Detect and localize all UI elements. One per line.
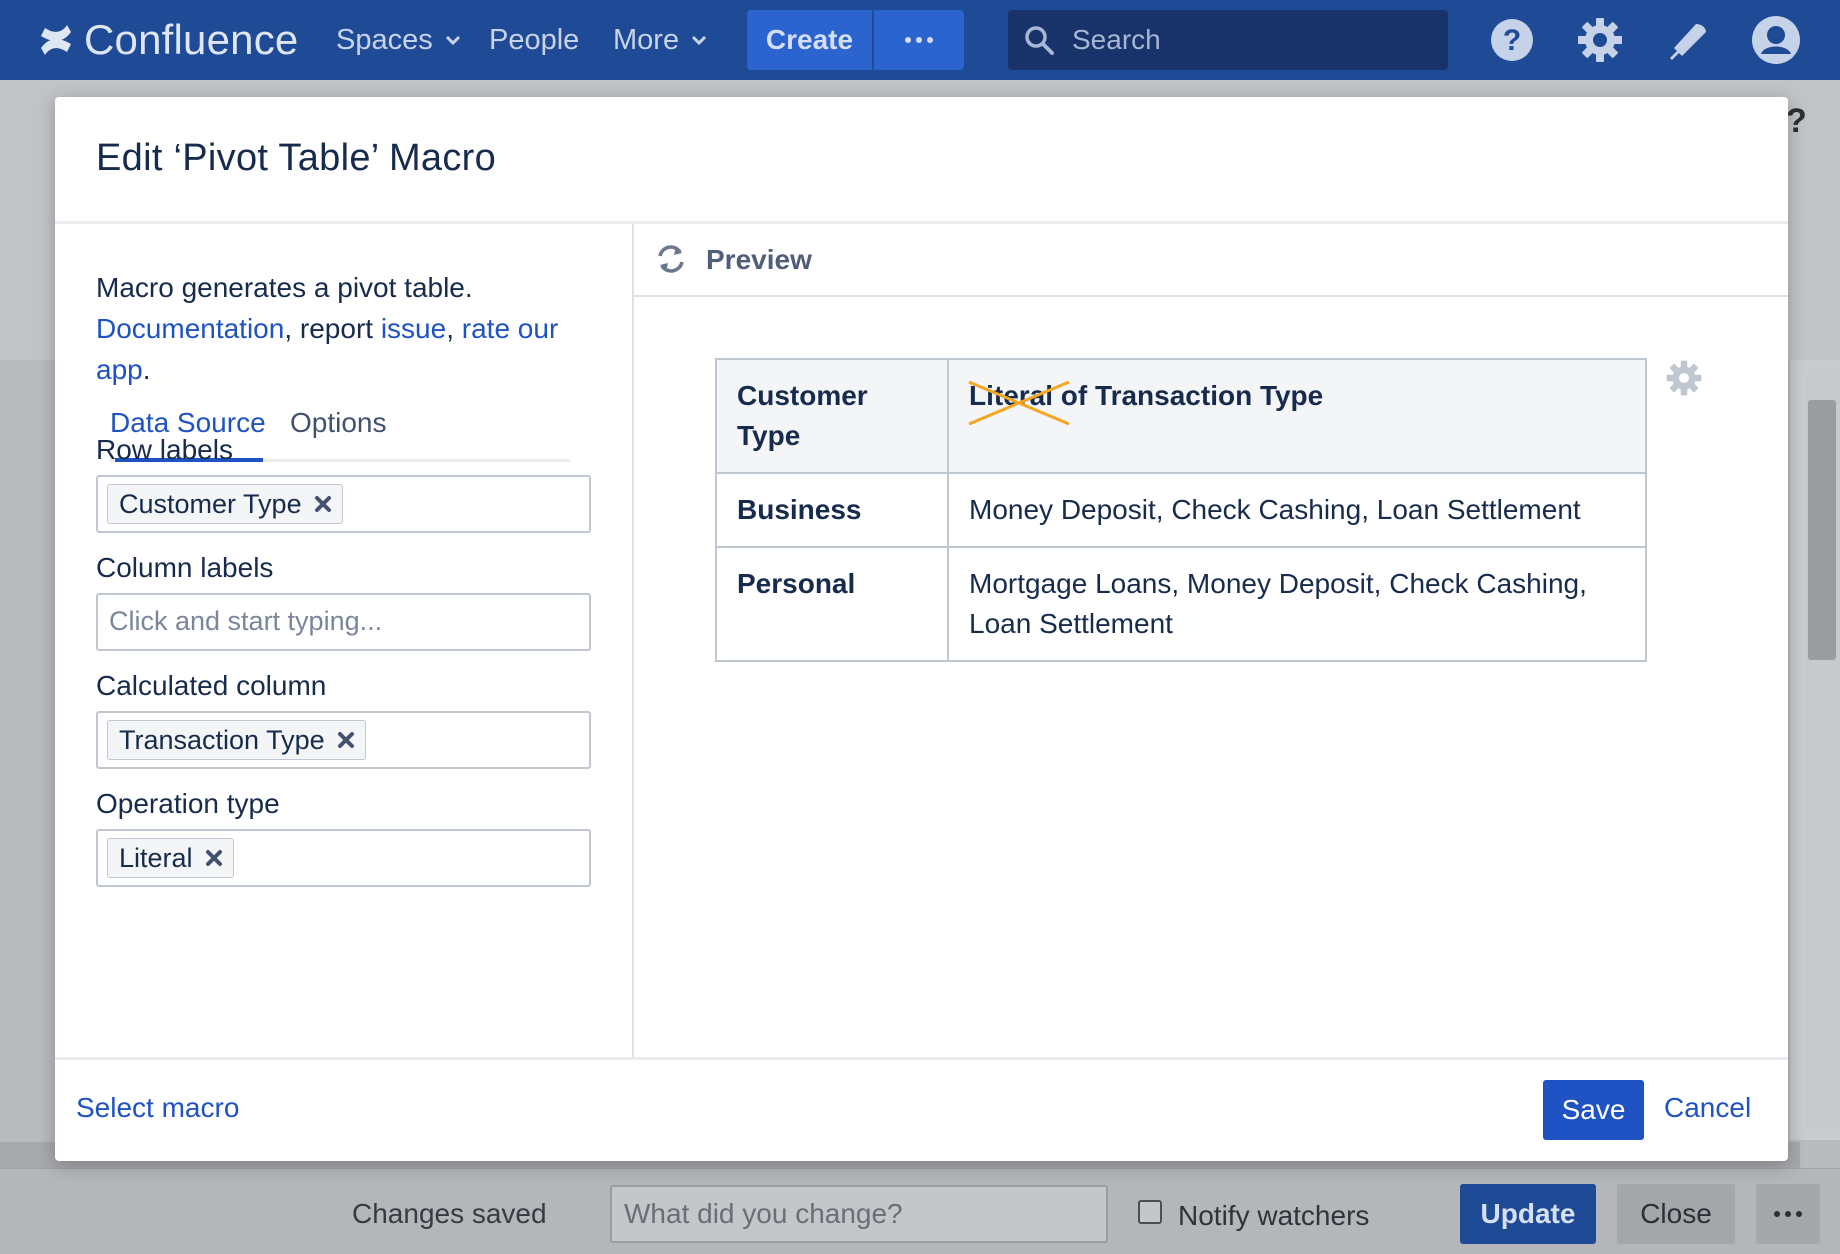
settings-icon[interactable] — [1576, 16, 1624, 64]
edit-macro-dialog: Edit ‘Pivot Table’ Macro Macro generates… — [55, 97, 1788, 1161]
change-summary-input[interactable]: What did you change? — [610, 1185, 1108, 1243]
calculated-column-label: Calculated column — [96, 670, 327, 701]
remove-chip-icon[interactable] — [205, 849, 223, 867]
strike-cross-icon — [968, 380, 1070, 426]
background-help-glyph: ? — [1786, 102, 1807, 140]
documentation-link[interactable]: Documentation — [96, 313, 284, 344]
chevron-down-icon — [445, 35, 460, 46]
remove-chip-icon[interactable] — [314, 495, 332, 513]
pane-divider — [632, 224, 634, 1057]
header-transaction-type: Literal of Transaction Type — [947, 358, 1647, 474]
dialog-title: Edit ‘Pivot Table’ Macro — [96, 137, 497, 179]
preview-header: Preview — [634, 224, 1788, 297]
more-dots-icon — [905, 37, 933, 43]
row-labels-label: Row labels — [96, 434, 233, 465]
row-labels-chip: Customer Type — [107, 484, 343, 524]
select-macro-link[interactable]: Select macro — [76, 1092, 239, 1124]
report-issue-link[interactable]: issue — [381, 313, 446, 344]
column-labels-label: Column labels — [96, 552, 274, 583]
operation-type-label: Operation type — [96, 788, 280, 819]
column-labels-placeholder: Click and start typing... — [109, 606, 383, 636]
user-avatar-icon[interactable] — [1752, 16, 1800, 64]
close-button[interactable]: Close — [1617, 1184, 1735, 1244]
chevron-down-icon — [692, 35, 707, 46]
pivot-table-preview: Customer Type Literal of Transaction Typ… — [715, 358, 1647, 662]
description-text: . — [142, 354, 151, 385]
dialog-footer-divider — [55, 1057, 1788, 1060]
notify-watchers-checkbox[interactable] — [1138, 1200, 1162, 1224]
changes-saved-status: Changes saved — [352, 1198, 547, 1229]
cancel-button[interactable]: Cancel — [1664, 1092, 1751, 1124]
nav-more-label: More — [613, 23, 680, 56]
row-label-cell: Personal — [715, 546, 949, 662]
notify-watchers-label[interactable]: Notify watchers — [1178, 1200, 1369, 1232]
confluence-logo-icon — [41, 25, 71, 55]
vertical-scrollbar-thumb[interactable] — [1808, 400, 1836, 660]
more-dots-icon — [1774, 1211, 1802, 1217]
description-text: , — [446, 313, 462, 344]
chip-label: Customer Type — [119, 488, 302, 519]
macro-description: Macro generates a pivot table. Documenta… — [96, 267, 576, 390]
row-value-cell: Mortgage Loans, Money Deposit, Check Cas… — [947, 546, 1647, 662]
nav-spaces-label: Spaces — [336, 23, 433, 56]
table-row: Personal Mortgage Loans, Money Deposit, … — [715, 546, 1647, 662]
confluence-logo-text: Confluence — [84, 16, 299, 63]
nav-spaces[interactable]: Spaces — [336, 20, 461, 60]
struck-operation-label: Literal — [968, 376, 1070, 426]
operation-type-field[interactable]: Literal — [96, 829, 591, 887]
search-box[interactable]: Search — [1008, 10, 1448, 70]
top-navigation-bar: Confluence Spaces People More Create Sea… — [0, 0, 1840, 80]
operation-type-chip: Literal — [107, 838, 234, 878]
row-labels-field[interactable]: Customer Type — [96, 475, 591, 533]
search-placeholder: Search — [1072, 24, 1161, 55]
row-label-cell: Business — [715, 472, 949, 548]
help-icon[interactable]: ? — [1488, 16, 1536, 64]
create-more-button[interactable] — [874, 10, 964, 70]
remove-chip-icon[interactable] — [337, 731, 355, 749]
bottom-more-button[interactable] — [1756, 1184, 1820, 1244]
table-settings-icon[interactable] — [1665, 359, 1703, 397]
search-icon — [1025, 26, 1054, 55]
tab-options[interactable]: Options — [290, 407, 387, 439]
chip-label: Transaction Type — [119, 724, 325, 755]
header-rest-text: of Transaction Type — [1053, 380, 1324, 411]
calculated-column-field[interactable]: Transaction Type — [96, 711, 591, 769]
description-text: Macro generates a pivot table. — [96, 272, 473, 303]
update-button[interactable]: Update — [1460, 1184, 1596, 1244]
column-labels-field[interactable]: Click and start typing... — [96, 593, 591, 651]
notifications-icon[interactable] — [1664, 16, 1712, 64]
description-text: , report — [284, 313, 381, 344]
nav-people-label: People — [489, 23, 580, 56]
svg-text:?: ? — [1503, 24, 1521, 57]
table-header-row: Customer Type Literal of Transaction Typ… — [715, 358, 1647, 474]
calculated-column-chip: Transaction Type — [107, 720, 366, 760]
nav-more[interactable]: More — [613, 20, 707, 60]
chip-label: Literal — [119, 842, 193, 873]
table-row: Business Money Deposit, Check Cashing, L… — [715, 472, 1647, 548]
confluence-logo[interactable]: Confluence — [38, 14, 298, 66]
header-customer-type: Customer Type — [715, 358, 949, 474]
nav-people[interactable]: People — [489, 20, 579, 60]
refresh-icon[interactable] — [654, 242, 688, 276]
save-button[interactable]: Save — [1543, 1080, 1644, 1140]
preview-label: Preview — [706, 244, 812, 275]
create-button[interactable]: Create — [747, 10, 872, 70]
row-value-cell: Money Deposit, Check Cashing, Loan Settl… — [947, 472, 1647, 548]
